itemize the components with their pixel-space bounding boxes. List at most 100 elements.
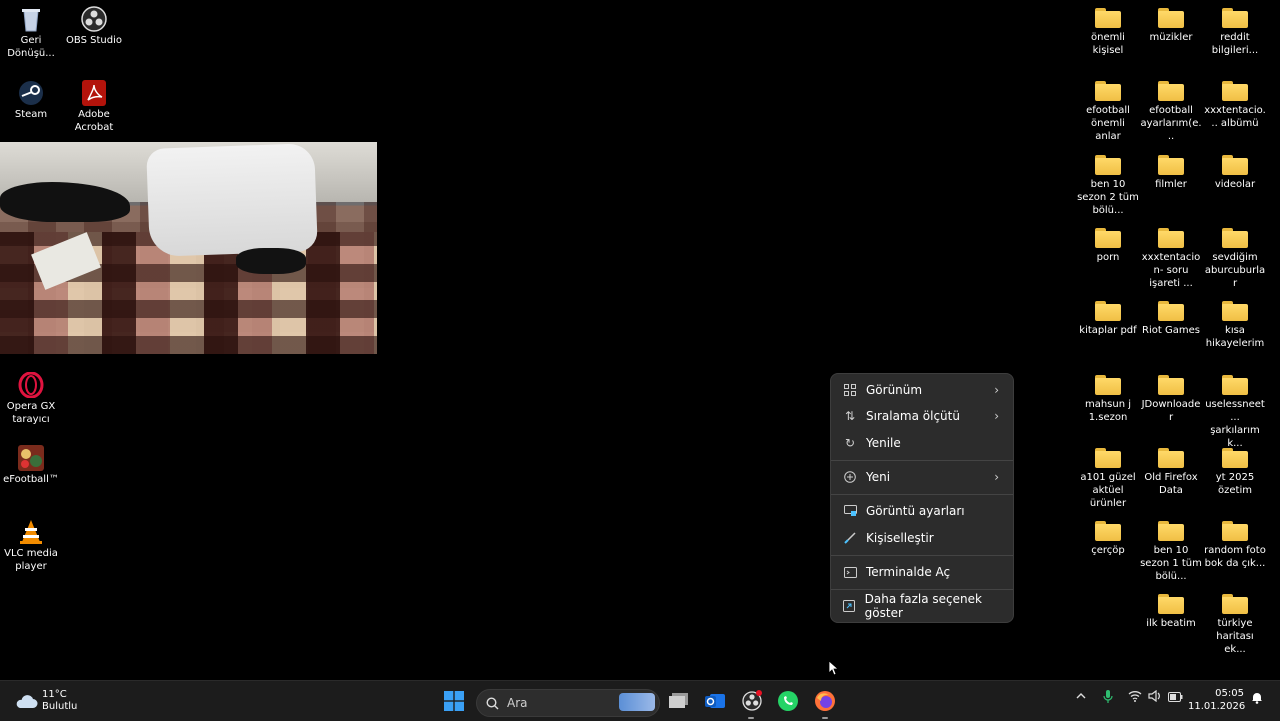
desktop-icon-efootball[interactable]: eFootball™: [0, 441, 62, 486]
weather-widget[interactable]: 11°C Bulutlu: [14, 687, 104, 715]
desktop-context-menu: Görünüm › ⇅ Sıralama ölçütü › ↻ Yenile Y…: [830, 373, 1014, 623]
desktop-folder[interactable]: ben 10 sezon 1 tüm bölü...: [1140, 515, 1202, 583]
folder-icon: [1222, 594, 1248, 615]
folder-icon: [1222, 521, 1248, 542]
desktop-folder[interactable]: random foto bok da çık...: [1204, 515, 1266, 570]
chevron-right-icon: ›: [994, 409, 999, 423]
terminal-icon: [843, 565, 857, 579]
folder-label: xxxtentacion- soru işareti ...: [1141, 251, 1201, 289]
folder-label: videolar: [1214, 178, 1256, 190]
clock[interactable]: 05:05 11.01.2026: [1188, 687, 1245, 713]
desktop-folder[interactable]: ilk beatim: [1140, 588, 1202, 630]
desktop-folder[interactable]: xxxtentacio... albümü: [1204, 75, 1266, 130]
menu-item-more-options[interactable]: Daha fazla seçenek göster: [835, 592, 1009, 620]
desktop-folder[interactable]: efootball ayarlarım(e...: [1140, 75, 1202, 143]
desktop-folder[interactable]: kitaplar pdf: [1077, 295, 1139, 337]
desktop-icon-recycle-bin[interactable]: Geri Dönüşü...: [0, 2, 62, 60]
menu-divider: [831, 460, 1013, 461]
folder-label: ben 10 sezon 1 tüm bölü...: [1140, 545, 1202, 583]
folder-icon: [1158, 521, 1184, 542]
folder-icon: [1095, 8, 1121, 28]
desktop-folder[interactable]: ben 10 sezon 2 tüm bölü...: [1077, 149, 1139, 217]
desktop-folder[interactable]: reddit bilgileri...: [1204, 2, 1266, 57]
desktop-folder[interactable]: kısa hikayelerim: [1204, 295, 1266, 350]
folder-icon: [1158, 154, 1184, 175]
notifications-button[interactable]: [1251, 691, 1263, 707]
file-explorer-icon: [669, 693, 688, 708]
desktop-icon-opera-gx[interactable]: Opera GX tarayıcı: [0, 368, 62, 426]
menu-item-label: Kişiselleştir: [866, 531, 934, 545]
menu-divider: [831, 494, 1013, 495]
desktop-icon-label: VLC media player: [4, 548, 58, 572]
menu-item-label: Yeni: [866, 470, 891, 484]
desktop-folder[interactable]: sevdiğim aburcuburlar: [1204, 222, 1266, 290]
menu-item-label: Terminalde Aç: [866, 565, 951, 579]
task-view-button[interactable]: [664, 687, 694, 715]
folder-label: reddit bilgileri...: [1211, 32, 1259, 56]
desktop-folder[interactable]: Old Firefox Data: [1140, 442, 1202, 497]
search-icon: [486, 696, 499, 709]
running-indicator: [748, 717, 754, 719]
menu-item-label: Görünüm: [866, 383, 923, 397]
menu-item-view[interactable]: Görünüm ›: [835, 377, 1009, 403]
folder-icon: [1158, 227, 1184, 248]
battery-button[interactable]: [1168, 691, 1183, 705]
folder-label: porn: [1096, 251, 1120, 263]
steam-icon: [17, 80, 45, 106]
windows-logo-icon: [444, 691, 464, 711]
desktop-folder[interactable]: efootball önemli anlar: [1077, 75, 1139, 143]
desktop-folder[interactable]: JDownloader: [1140, 369, 1202, 424]
folder-icon: [1158, 594, 1184, 615]
webcam-preview: [0, 142, 377, 354]
folder-label: filmler: [1155, 178, 1187, 190]
menu-divider: [831, 589, 1013, 590]
desktop-folder[interactable]: videolar: [1204, 149, 1266, 191]
show-hidden-icons-button[interactable]: [1075, 690, 1087, 705]
efootball-icon: [17, 445, 45, 471]
network-button[interactable]: [1128, 690, 1142, 705]
menu-item-refresh[interactable]: ↻ Yenile: [835, 430, 1009, 456]
display-icon: [843, 504, 857, 518]
desktop-folder[interactable]: porn: [1077, 222, 1139, 264]
chevron-right-icon: ›: [994, 383, 999, 397]
desktop-icon-acrobat[interactable]: Adobe Acrobat: [63, 76, 125, 134]
folder-icon: [1095, 301, 1121, 322]
folder-label: Old Firefox Data: [1144, 471, 1198, 496]
folder-icon: [1222, 154, 1248, 175]
firefox-button[interactable]: [810, 687, 840, 715]
folder-label: JDownloader: [1141, 398, 1201, 423]
outlook-button[interactable]: [700, 687, 730, 715]
desktop-icon-obs[interactable]: OBS Studio: [63, 2, 125, 47]
expand-icon: [843, 599, 856, 613]
desktop-folder[interactable]: a101 güzel aktüel ürünler: [1077, 442, 1139, 510]
menu-item-personalize[interactable]: Kişiselleştir: [835, 525, 1009, 551]
folder-icon: [1158, 374, 1184, 395]
desktop-icon-steam[interactable]: Steam: [0, 76, 62, 121]
microphone-icon: [1103, 690, 1113, 703]
microphone-button[interactable]: [1102, 690, 1114, 707]
running-indicator: [822, 717, 828, 719]
menu-item-new[interactable]: Yeni ›: [835, 464, 1009, 490]
desktop-folder[interactable]: yt 2025 özetim: [1204, 442, 1266, 497]
desktop-folder[interactable]: önemli kişisel: [1077, 2, 1139, 57]
desktop-folder[interactable]: çerçöp: [1077, 515, 1139, 557]
desktop-folder[interactable]: xxxtentacion- soru işareti ...: [1140, 222, 1202, 290]
desktop-folder[interactable]: mahsun j 1.sezon: [1077, 369, 1139, 424]
folder-icon: [1095, 374, 1121, 395]
desktop-folder[interactable]: Riot Games: [1140, 295, 1202, 337]
volume-button[interactable]: [1148, 689, 1162, 705]
start-button[interactable]: [439, 687, 469, 715]
menu-item-sort[interactable]: ⇅ Sıralama ölçütü ›: [835, 403, 1009, 429]
menu-item-label: Sıralama ölçütü: [866, 409, 960, 423]
obs-taskbar-button[interactable]: [737, 687, 767, 715]
desktop-folder[interactable]: türkiye haritası ek...: [1204, 588, 1266, 656]
desktop-folder[interactable]: müzikler: [1140, 2, 1202, 44]
menu-item-label: Görüntü ayarları: [866, 504, 965, 518]
desktop-folder[interactable]: filmler: [1140, 149, 1202, 191]
desktop-icon-vlc[interactable]: VLC media player: [0, 515, 62, 573]
desktop-folder[interactable]: uselessneet... şarkılarım k...: [1204, 369, 1266, 450]
taskbar-search[interactable]: Ara: [476, 689, 660, 717]
menu-item-open-terminal[interactable]: Terminalde Aç: [835, 559, 1009, 585]
menu-item-display-settings[interactable]: Görüntü ayarları: [835, 498, 1009, 524]
whatsapp-button[interactable]: [773, 687, 803, 715]
